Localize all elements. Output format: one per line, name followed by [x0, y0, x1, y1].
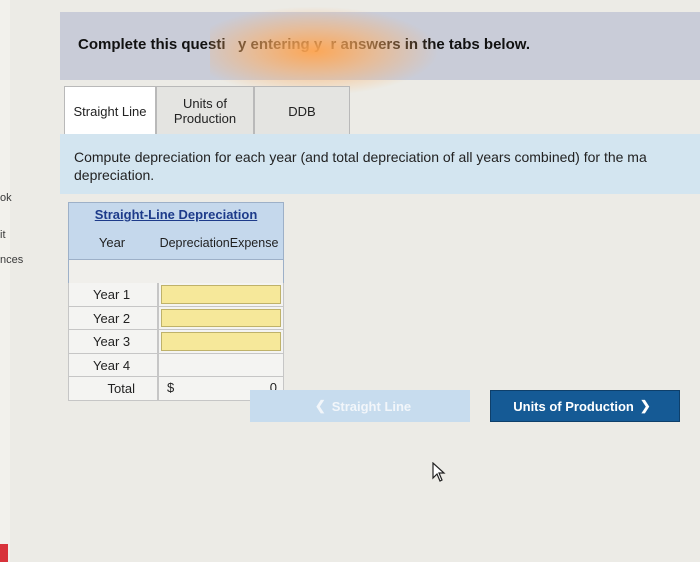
year-label: Year 2 — [68, 306, 158, 330]
depreciation-input-year-2[interactable] — [161, 308, 281, 327]
chevron-left-icon: ❮ — [314, 398, 326, 413]
prev-button-label: Straight Line — [331, 398, 412, 414]
table-row: Year 2 — [68, 306, 284, 330]
question-header: Complete this questi y entering y r answ… — [60, 6, 700, 96]
depreciation-cell — [158, 353, 284, 377]
header-instruction: Complete this questi y entering y r answ… — [78, 36, 531, 53]
depreciation-cell — [158, 330, 284, 354]
depreciation-table: Straight-Line Depreciation Year Deprecia… — [68, 202, 284, 401]
instructions-panel: Compute depreciation for each year (and … — [60, 134, 700, 194]
tab-label: Straight Line — [73, 103, 147, 119]
depreciation-input-year-3[interactable] — [161, 332, 281, 351]
year-label: Year 3 — [68, 330, 158, 354]
left-margin — [0, 0, 10, 562]
tab-label: Production — [173, 111, 237, 126]
currency-symbol: $ — [167, 380, 175, 395]
depreciation-input-year-1[interactable] — [161, 285, 281, 304]
table-row: Year 1 — [68, 283, 284, 307]
tab-units-of-production[interactable]: Units of Production — [156, 86, 254, 136]
next-tab-button[interactable]: Units of Production ❯ — [490, 390, 680, 422]
table-title: Straight-Line Depreciation — [68, 202, 284, 226]
instructions-line: Compute depreciation for each year (and … — [74, 149, 647, 165]
col-header-year: Year — [98, 235, 126, 250]
table-row: Year 3 — [68, 330, 284, 354]
tab-ddb[interactable]: DDB — [254, 86, 350, 136]
red-marker — [0, 544, 8, 562]
mouse-cursor-icon — [432, 462, 446, 482]
instructions-text: Compute depreciation for each year (and … — [74, 148, 700, 184]
col-header-line: Depreciation — [159, 235, 230, 250]
side-label[interactable]: nces — [0, 254, 23, 266]
table-spacer — [68, 260, 284, 283]
year-label: Year 1 — [68, 283, 158, 307]
depreciation-cell — [158, 306, 284, 330]
side-label[interactable]: ok — [0, 192, 12, 204]
table-header-row: Year Depreciation Expense — [68, 226, 284, 260]
tab-label: Units of — [182, 96, 228, 111]
tab-label: DDB — [288, 103, 316, 119]
instructions-line: depreciation. — [74, 167, 155, 183]
chevron-right-icon: ❯ — [639, 398, 651, 413]
table-row: Year 4 — [68, 353, 284, 377]
col-header-line: Expense — [229, 235, 279, 250]
next-button-label: Units of Production — [513, 398, 634, 414]
depreciation-cell — [158, 283, 284, 307]
total-label: Total — [68, 377, 158, 401]
prev-tab-button[interactable]: ❮ Straight Line — [250, 390, 470, 422]
year-label: Year 4 — [68, 353, 158, 377]
tab-straight-line[interactable]: Straight Line — [64, 86, 156, 136]
side-label[interactable]: it — [0, 229, 6, 241]
col-header-depreciation: Depreciation Expense — [155, 226, 283, 259]
